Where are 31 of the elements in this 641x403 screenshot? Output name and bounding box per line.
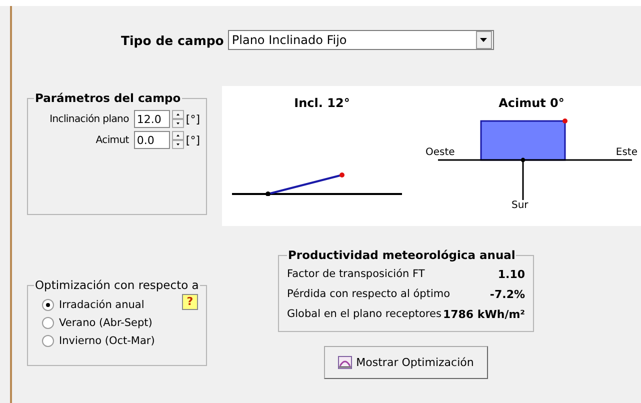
radio-option[interactable]: Invierno (Oct-Mar): [42, 332, 155, 350]
field-label: Acimut: [96, 134, 129, 146]
metric-label: Global en el plano receptores: [287, 308, 442, 320]
chart-icon: [338, 356, 352, 369]
metric-value: -7.2%: [490, 288, 525, 300]
metric-label: Pérdida con respecto al óptimo: [287, 288, 450, 300]
direction-label: Sur: [512, 200, 528, 211]
group-title: Optimización con respecto a: [34, 278, 200, 292]
diagram-title: Incl. 12°: [294, 96, 350, 110]
radio-option[interactable]: Irradación anual: [42, 296, 144, 314]
unit-label: [°]: [186, 112, 200, 126]
spin-buttons[interactable]: [172, 131, 184, 149]
unit-label: [°]: [186, 134, 200, 146]
group-title: Parámetros del campo: [34, 91, 182, 105]
diagram-title: Acimut 0°: [498, 96, 564, 110]
field-type-dropdown[interactable]: Plano Inclinado Fijo: [228, 30, 494, 50]
show-optimization-button[interactable]: Mostrar Optimización: [324, 346, 488, 379]
number-field[interactable]: 0.0: [134, 131, 170, 149]
metric-label: Factor de transposición FT: [287, 268, 425, 280]
field-label: Inclinación plano: [50, 114, 129, 124]
direction-label: Oeste: [426, 147, 455, 158]
direction-label: Este: [616, 147, 638, 158]
metric-value: 1786 kWh/m²: [442, 308, 525, 320]
group-title: Productividad meteorológica anual: [287, 248, 516, 262]
radio-option[interactable]: Verano (Abr-Sept): [42, 314, 152, 332]
caret-icon: [480, 38, 488, 42]
metric-value: 1.10: [498, 268, 525, 280]
help-button[interactable]: ?: [182, 294, 198, 310]
spin-buttons[interactable]: [172, 110, 184, 128]
field-type-label: Tipo de campo: [121, 32, 224, 48]
number-field[interactable]: 12.0: [134, 110, 170, 128]
